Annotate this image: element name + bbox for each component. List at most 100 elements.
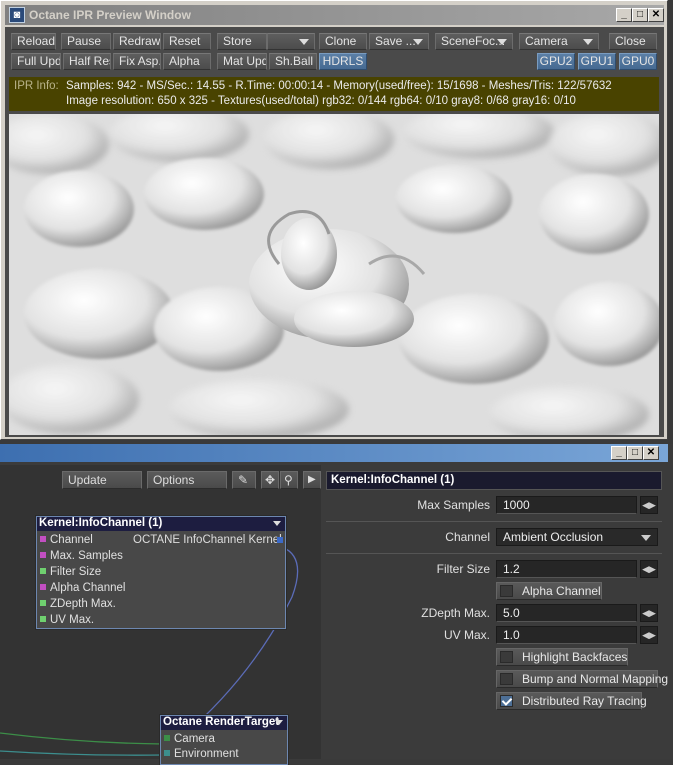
channel-label: Channel — [445, 530, 490, 544]
rendertarget-node[interactable]: Octane RenderTarget Camera Environment — [160, 715, 288, 765]
max-samples-label: Max Samples — [417, 498, 490, 512]
properties-panel: Kernel:InfoChannel (1) Max Samples 1000 … — [322, 465, 668, 759]
port-label: Filter Size — [50, 566, 102, 578]
maximize-icon[interactable]: □ — [632, 8, 648, 22]
checkbox-icon — [500, 651, 513, 663]
pause-button[interactable]: Pause — [61, 33, 111, 50]
ipr-window: ◙ Octane IPR Preview Window _ □ ✕ Reload… — [0, 0, 668, 440]
port-filter-size[interactable]: Filter Size — [40, 566, 101, 578]
filter-size-label: Filter Size — [436, 562, 490, 576]
port-max-samples[interactable]: Max. Samples — [40, 550, 123, 562]
close-icon[interactable]: ✕ — [648, 8, 664, 22]
port-channel[interactable]: Channel — [40, 534, 93, 546]
port-label: Channel — [50, 534, 93, 546]
minimize-icon[interactable]: _ — [616, 8, 632, 22]
port-label: Camera — [174, 733, 215, 745]
clone-button[interactable]: Clone — [319, 33, 367, 50]
reload-button[interactable]: Reload — [11, 33, 56, 50]
render-preview-image[interactable] — [9, 114, 659, 435]
camera-dropdown[interactable]: Camera — [519, 33, 599, 50]
node-title: Octane RenderTarget — [163, 716, 280, 728]
close-button[interactable]: Close — [609, 33, 657, 50]
ipr-title-bar[interactable]: ◙ Octane IPR Preview Window _ □ ✕ — [5, 5, 664, 25]
shader-ball-button[interactable]: Sh.Ball — [269, 53, 317, 70]
separator — [326, 521, 662, 522]
node-header[interactable]: Octane RenderTarget — [161, 716, 287, 730]
alpha-channel-text: Alpha Channel — [522, 584, 601, 598]
alpha-button[interactable]: Alpha — [163, 53, 211, 70]
reset-button[interactable]: Reset — [163, 33, 211, 50]
options-button[interactable]: Options — [147, 471, 227, 489]
gpu1-button[interactable]: GPU1 — [578, 53, 616, 70]
ipr-info-resolution: Image resolution: 650 x 325 - Textures(u… — [66, 95, 576, 107]
port-alpha-channel[interactable]: Alpha Channel — [40, 582, 125, 594]
zoom-icon[interactable]: ⚲ — [280, 471, 298, 489]
edit-pencil-icon[interactable]: ✎ — [232, 471, 256, 489]
port-label: Environment — [174, 748, 239, 760]
node-output-label: OCTANE InfoChannel Kernel — [133, 534, 282, 546]
distributed-ray-tracing-checkbox[interactable]: Distributed Ray Tracing — [496, 692, 647, 710]
uv-max-field[interactable]: 1.0 — [496, 626, 637, 644]
store-slot-dropdown[interactable] — [267, 33, 315, 50]
save-dropdown[interactable]: Save ... — [369, 33, 429, 50]
node-header[interactable]: Kernel:InfoChannel (1) — [37, 517, 285, 531]
ipr-body: Reload Pause Redraw Reset Store Clone Sa… — [5, 27, 664, 437]
redraw-button[interactable]: Redraw — [113, 33, 161, 50]
scene-focus-dropdown[interactable]: SceneFoc... — [435, 33, 513, 50]
ne-minimize-icon[interactable]: _ — [611, 446, 627, 460]
node-collapse-icon[interactable] — [273, 521, 281, 526]
highlight-backfaces-checkbox[interactable]: Highlight Backfaces — [496, 648, 628, 666]
distributed-ray-text: Distributed Ray Tracing — [522, 694, 647, 708]
separator — [326, 553, 662, 554]
infochannel-node[interactable]: Kernel:InfoChannel (1) Channel Max. Samp… — [36, 516, 286, 629]
max-samples-field[interactable]: 1000 — [496, 496, 637, 514]
port-environment[interactable]: Environment — [164, 748, 239, 760]
ne-maximize-icon[interactable]: □ — [627, 446, 643, 460]
checkbox-icon — [500, 673, 513, 685]
gpu2-button[interactable]: GPU2 — [537, 53, 575, 70]
zdepth-field[interactable]: 5.0 — [496, 604, 637, 622]
node-collapse-icon[interactable] — [275, 720, 283, 725]
node-editor-title-bar[interactable]: _ □ ✕ — [0, 444, 668, 462]
port-uv-max[interactable]: UV Max. — [40, 614, 94, 626]
max-samples-spinner-icon[interactable]: ◀▶ — [640, 496, 658, 514]
checkbox-icon — [500, 585, 513, 597]
output-port-icon[interactable] — [277, 537, 283, 543]
port-label: ZDepth Max. — [50, 598, 116, 610]
update-button[interactable]: Update — [62, 471, 142, 489]
filter-size-field[interactable]: 1.2 — [496, 560, 637, 578]
uv-max-label: UV Max. — [443, 628, 490, 642]
fix-aspect-button[interactable]: Fix Asp. — [113, 53, 161, 70]
port-camera[interactable]: Camera — [164, 733, 215, 745]
ipr-info-label: IPR Info: — [14, 80, 59, 92]
filter-size-spinner-icon[interactable]: ◀▶ — [640, 560, 658, 578]
zdepth-spinner-icon[interactable]: ◀▶ — [640, 604, 658, 622]
highlight-backfaces-text: Highlight Backfaces — [522, 650, 628, 664]
move-icon[interactable]: ✥ — [261, 471, 279, 489]
gpu0-button[interactable]: GPU0 — [619, 53, 657, 70]
half-res-button[interactable]: Half Res — [63, 53, 111, 70]
play-icon[interactable]: ▶ — [303, 471, 321, 489]
alpha-channel-checkbox[interactable]: Alpha Channel — [496, 582, 602, 600]
port-label: Alpha Channel — [50, 582, 126, 594]
port-label: Max. Samples — [50, 550, 123, 562]
full-update-button[interactable]: Full Upd. — [11, 53, 61, 70]
port-label: UV Max. — [50, 614, 95, 626]
channel-dropdown[interactable]: Ambient Occlusion — [496, 528, 658, 546]
bump-normal-mapping-checkbox[interactable]: Bump and Normal Mapping — [496, 670, 668, 688]
uv-max-spinner-icon[interactable]: ◀▶ — [640, 626, 658, 644]
zdepth-label: ZDepth Max. — [421, 606, 490, 620]
ipr-info-stats: Samples: 942 - MS/Sec.: 14.55 - R.Time: … — [66, 80, 612, 92]
checkbox-checked-icon — [500, 695, 513, 707]
mat-update-button[interactable]: Mat Upd — [217, 53, 267, 70]
ne-close-icon[interactable]: ✕ — [643, 446, 659, 460]
port-zdepth-max[interactable]: ZDepth Max. — [40, 598, 116, 610]
hdrls-button[interactable]: HDRLS — [319, 53, 367, 70]
ipr-info-bar: IPR Info: Samples: 942 - MS/Sec.: 14.55 … — [9, 77, 659, 111]
properties-header: Kernel:InfoChannel (1) — [326, 471, 662, 490]
bump-normal-text: Bump and Normal Mapping — [522, 672, 669, 686]
node-title: Kernel:InfoChannel (1) — [39, 517, 163, 529]
dragon-render-illustration — [9, 114, 659, 435]
node-editor-window: _ □ ✕ Update Options ✎ ✥ ⚲ ▶ Kernel:Info… — [0, 444, 673, 765]
store-button[interactable]: Store — [217, 33, 267, 50]
